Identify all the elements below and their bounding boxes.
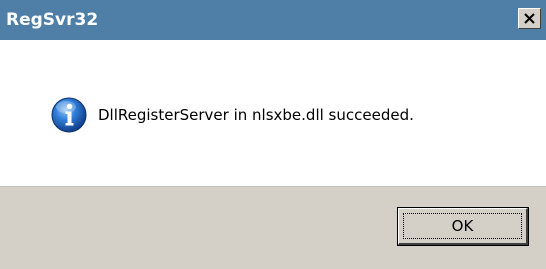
close-icon xyxy=(524,13,535,24)
regsvr32-dialog: RegSvr32 DllRegisterServer in nlsxbe.dll… xyxy=(0,0,546,269)
ok-button-label: OK xyxy=(451,217,474,235)
info-icon xyxy=(51,97,87,133)
ok-button[interactable]: OK xyxy=(397,207,529,246)
message-text: DllRegisterServer in nlsxbe.dll succeede… xyxy=(98,106,414,124)
title-bar[interactable]: RegSvr32 xyxy=(0,0,546,40)
close-button[interactable] xyxy=(518,8,541,29)
dialog-content: DllRegisterServer in nlsxbe.dll succeede… xyxy=(0,40,546,186)
window-title: RegSvr32 xyxy=(6,10,99,30)
